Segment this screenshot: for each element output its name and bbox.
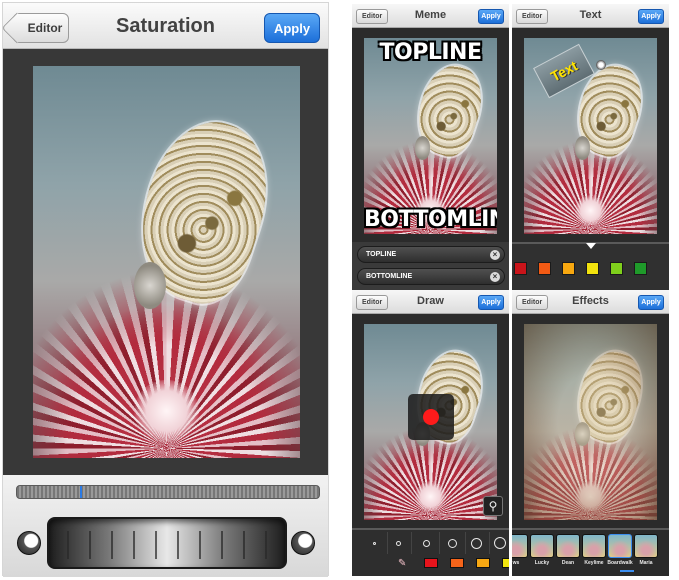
color-swatch[interactable] xyxy=(634,262,647,275)
color-swatch[interactable] xyxy=(586,262,599,275)
filter-thumbnail[interactable] xyxy=(634,534,658,558)
meme-inputs: TOPLINE × BOTTOMLINE × xyxy=(352,242,509,290)
sticker-text: Text xyxy=(547,57,581,85)
brush-dot xyxy=(423,409,439,425)
filter-thumbnail[interactable] xyxy=(512,534,528,558)
top-text-value: TOPLINE xyxy=(366,251,397,258)
bottom-text-value: BOTTOMLINE xyxy=(366,273,413,280)
filter-thumbnail[interactable] xyxy=(582,534,606,558)
meme-screen: Editor Meme Apply TOPLINE BOTTOMLINE TOP… xyxy=(352,4,509,290)
wheel-ridge xyxy=(155,531,157,559)
eraser-icon[interactable]: ✎ xyxy=(398,558,406,569)
wheel-ridge xyxy=(177,531,179,559)
color-picker xyxy=(512,242,669,290)
app-screenshots-collage: Editor Saturation Apply Editor Meme Appl… xyxy=(0,0,679,580)
brush-preview xyxy=(408,394,454,440)
brush-size-dot xyxy=(395,540,401,546)
nav-bar: Editor Text Apply xyxy=(512,4,669,28)
brush-size-dot xyxy=(372,541,376,545)
editor-back-button[interactable]: Editor xyxy=(13,13,69,43)
color-swatch[interactable] xyxy=(514,262,527,275)
wheel-ridge xyxy=(89,531,91,559)
apply-button[interactable]: Apply xyxy=(478,9,504,24)
back-button-label: Editor xyxy=(27,21,63,35)
brush-size-option[interactable] xyxy=(488,532,509,554)
butterfly-photo: TOPLINE BOTTOMLINE xyxy=(364,38,497,234)
color-swatch[interactable] xyxy=(538,262,551,275)
photo-stage xyxy=(3,49,328,475)
saturation-controls xyxy=(3,475,328,577)
close-icon[interactable]: × xyxy=(490,250,500,260)
meme-top-text: TOPLINE xyxy=(379,40,482,65)
meme-bottom-text: BOTTOMLINE xyxy=(364,207,497,232)
decrease-knob-icon[interactable] xyxy=(17,531,41,555)
nav-bar: Editor Draw Apply xyxy=(352,290,509,314)
apply-button[interactable]: Apply xyxy=(478,295,504,310)
filter-thumbnail[interactable] xyxy=(530,534,554,558)
filter-thumbnail[interactable] xyxy=(608,534,632,558)
brush-size-option[interactable] xyxy=(464,532,490,554)
filter-strip: ws Lucky Dean Keylime Boardwalk Maria xyxy=(512,528,669,576)
apply-button[interactable]: Apply xyxy=(638,295,664,310)
wheel-ridge xyxy=(265,531,267,559)
effects-screen: Editor Effects Apply ws Lucky Dean Keylime B… xyxy=(512,290,669,576)
draw-color-swatch[interactable] xyxy=(476,558,490,568)
brush-size-option[interactable] xyxy=(414,532,440,554)
filter-label: Maria xyxy=(639,560,653,566)
brush-size-dot xyxy=(470,537,482,549)
butterfly-photo: Text xyxy=(524,38,657,234)
brush-size-option[interactable] xyxy=(440,532,466,554)
filter-thumbnail[interactable] xyxy=(556,534,580,558)
saturation-progress-marker xyxy=(80,486,82,498)
nav-bar: Editor Saturation Apply xyxy=(3,3,328,49)
apply-button[interactable]: Apply xyxy=(638,9,664,24)
brush-size-option[interactable] xyxy=(386,532,412,554)
butterfly-photo-filtered xyxy=(524,324,657,520)
brush-size-dot xyxy=(422,539,430,547)
saturation-wheel-slider[interactable] xyxy=(47,517,287,569)
saturation-progress-track[interactable] xyxy=(16,485,320,499)
wheel-ridge xyxy=(243,531,245,559)
close-icon[interactable]: × xyxy=(490,272,500,282)
draw-color-swatch[interactable] xyxy=(450,558,464,568)
color-swatch[interactable] xyxy=(610,262,623,275)
wheel-ridge xyxy=(67,531,69,559)
wheel-ridge xyxy=(111,531,113,559)
top-text-input[interactable]: TOPLINE × xyxy=(357,246,505,263)
saturation-screen: Editor Saturation Apply xyxy=(2,2,329,577)
text-screen: Editor Text Apply Text xyxy=(512,4,669,290)
draw-toolbar: ✎ xyxy=(352,528,509,576)
nav-bar: Editor Effects Apply xyxy=(512,290,669,314)
wheel-ridge xyxy=(133,531,135,559)
nav-bar: Editor Meme Apply xyxy=(352,4,509,28)
increase-knob-icon[interactable] xyxy=(291,531,315,555)
draw-color-swatch[interactable] xyxy=(502,558,509,568)
bottom-text-input[interactable]: BOTTOMLINE × xyxy=(357,268,505,285)
apply-button[interactable]: Apply xyxy=(264,13,320,43)
draw-screen: Editor Draw Apply ⚲ ✎ xyxy=(352,290,509,576)
brush-size-dot xyxy=(494,537,506,549)
wheel-ridge xyxy=(199,531,201,559)
wheel-ridge xyxy=(221,531,223,559)
butterfly-photo xyxy=(33,66,300,458)
zoom-icon[interactable]: ⚲ xyxy=(483,496,503,516)
brush-size-dot xyxy=(447,538,457,548)
brush-size-option[interactable] xyxy=(362,532,388,554)
color-swatch[interactable] xyxy=(562,262,575,275)
sticker-resize-handle-icon[interactable] xyxy=(596,60,606,70)
draw-color-swatch[interactable] xyxy=(424,558,438,568)
selected-filter-indicator xyxy=(620,570,634,572)
selected-color-pointer-icon xyxy=(586,243,596,249)
